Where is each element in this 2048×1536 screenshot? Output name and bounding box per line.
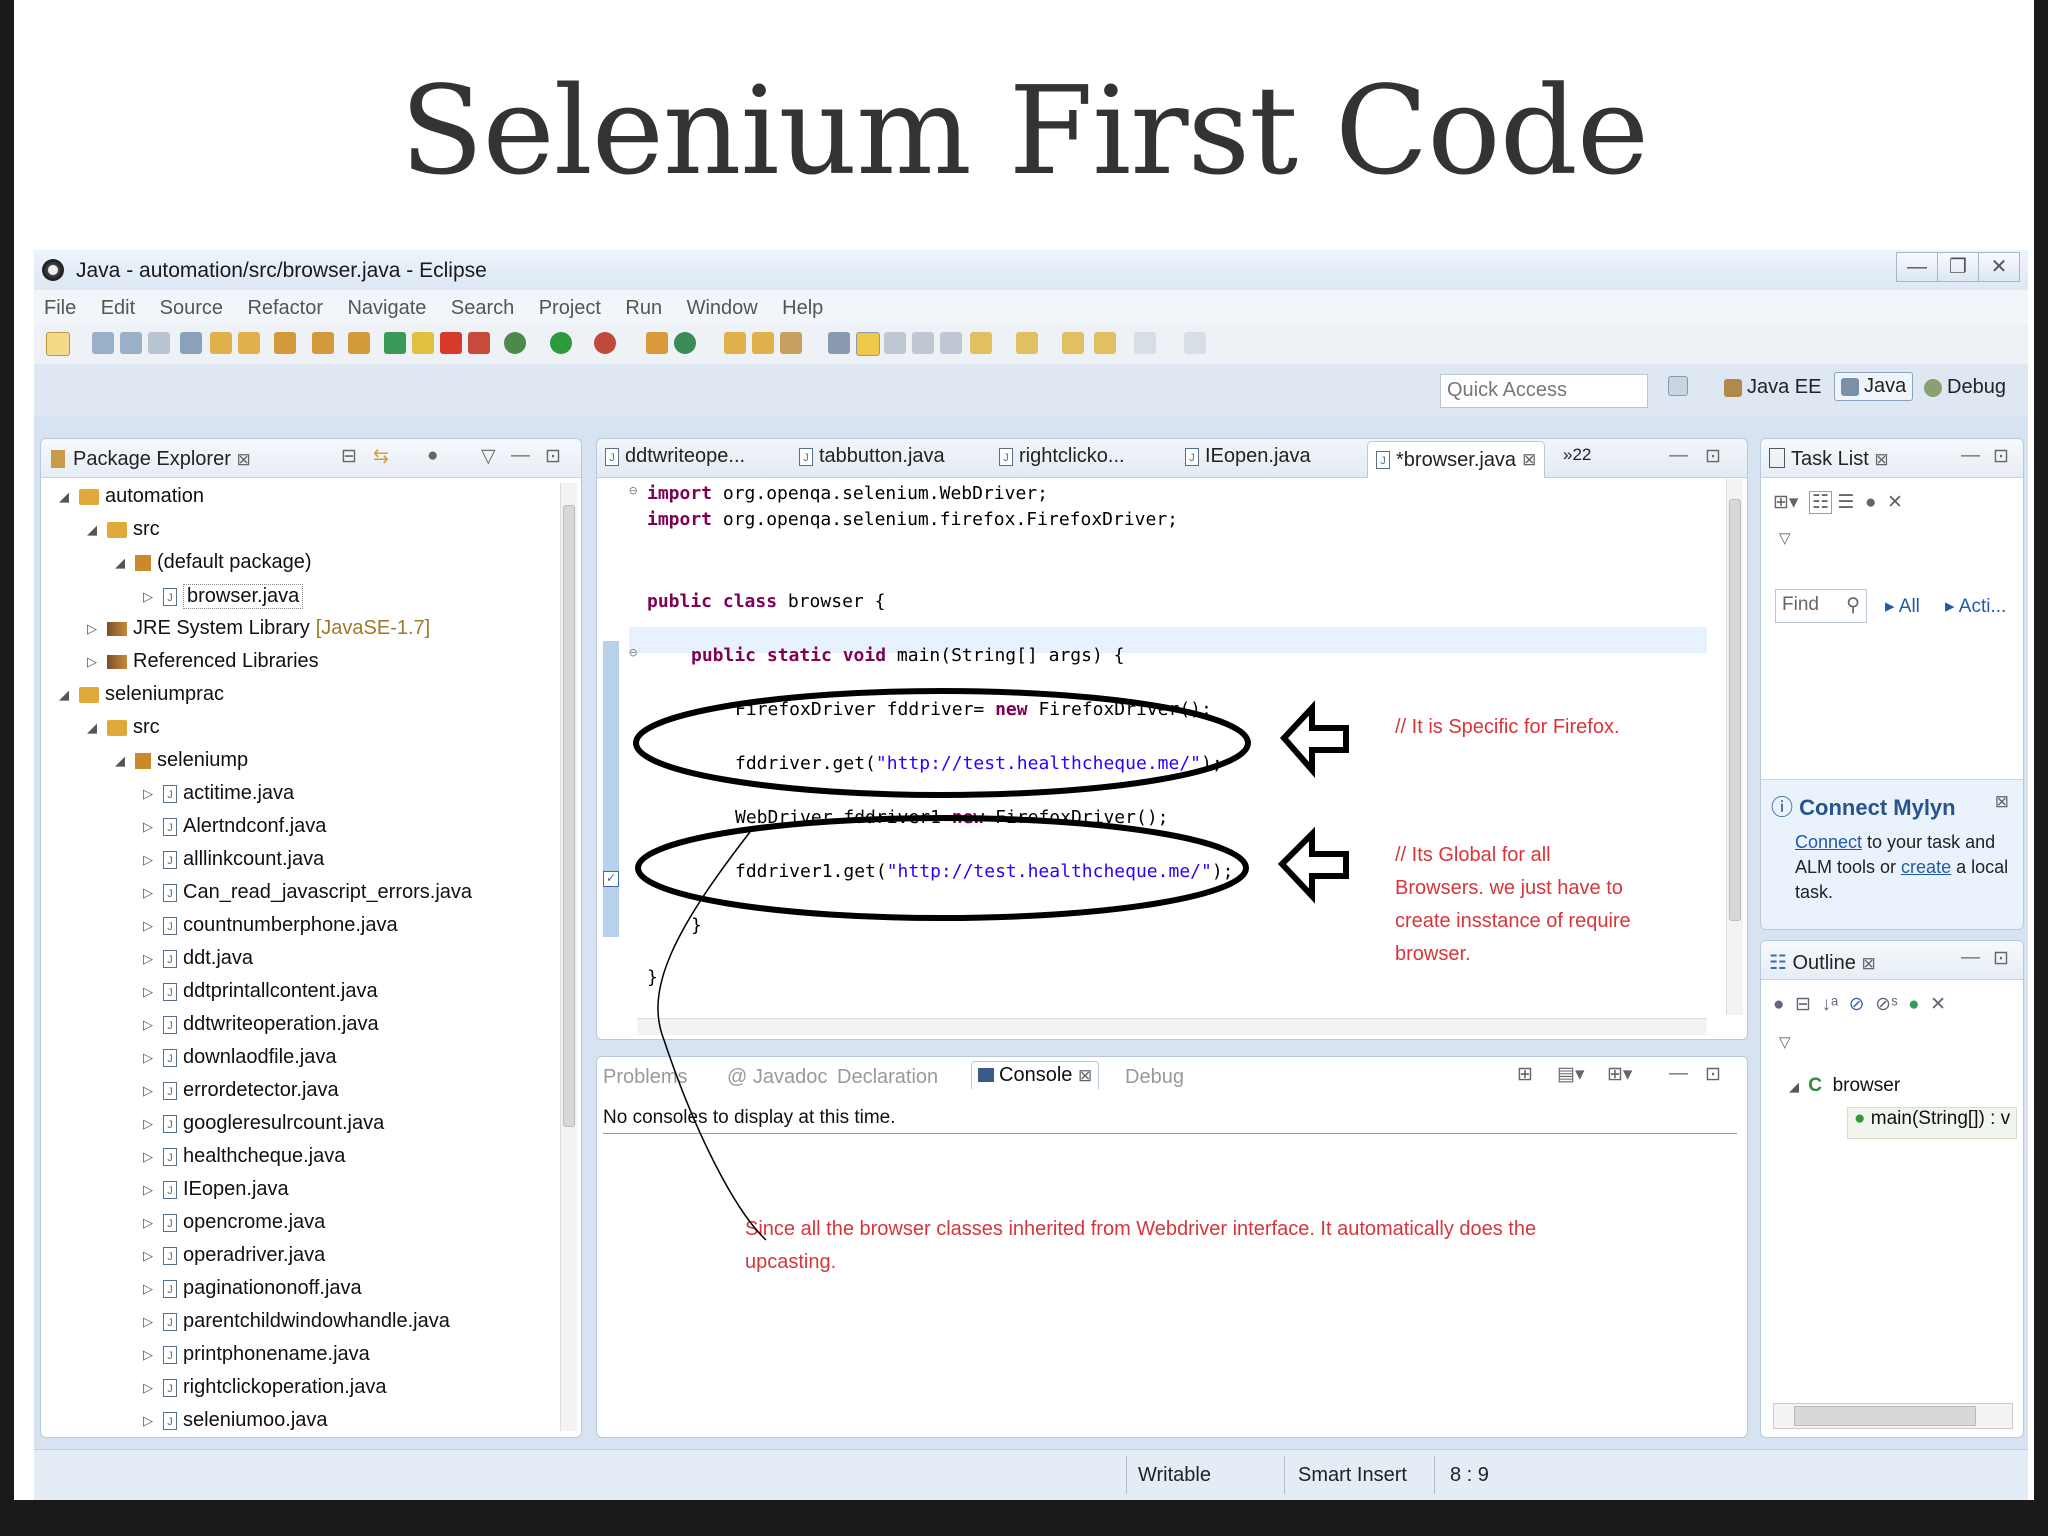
- eclipse-window: Java - automation/src/browser.java - Ecl…: [34, 250, 2028, 1500]
- arrow-firefox-icon: [1279, 700, 1349, 778]
- annotation-overlay: [633, 688, 1349, 1241]
- highlight-ellipse-webdriver: [635, 815, 1249, 921]
- arrow-webdriver-icon: [1277, 826, 1349, 904]
- slide-title: Selenium First Code: [399, 60, 1649, 202]
- highlight-ellipse-firefox: [633, 688, 1251, 798]
- slide: Selenium First Code Java - automation/sr…: [14, 0, 2034, 1500]
